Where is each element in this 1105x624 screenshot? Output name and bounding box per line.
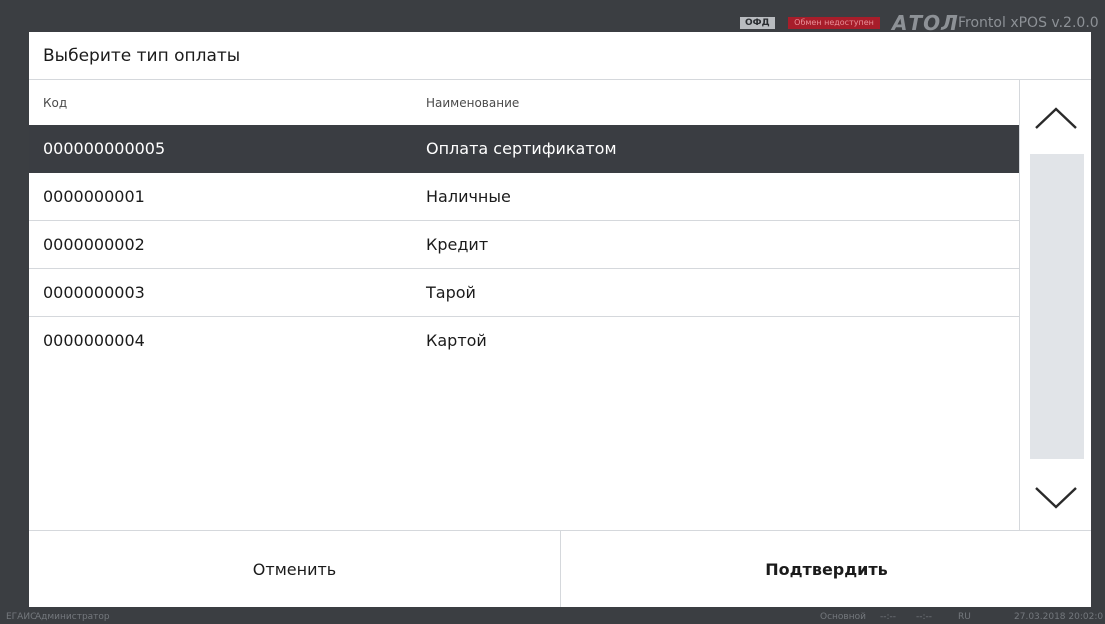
row-name: Наличные (426, 187, 511, 206)
table-row[interactable]: 0000000003 Тарой (29, 269, 1019, 317)
top-status-bar: ОФД Обмен недоступен АТОЛ Frontol xPOS v… (0, 0, 1105, 35)
dialog-header: Выберите тип оплаты (29, 32, 1091, 80)
scroll-up-button[interactable] (1020, 90, 1091, 150)
cancel-button[interactable]: Отменить (29, 531, 561, 607)
table-body: 000000000005 Оплата сертификатом 000000000… (29, 125, 1019, 365)
payment-type-dialog: Выберите тип оплаты Код Наименование 000… (29, 32, 1091, 607)
column-header-code: Код (43, 96, 68, 110)
language-indicator: RU (958, 612, 971, 622)
exchange-status-badge: Обмен недоступен (788, 17, 880, 29)
status-field-1: --:-- (880, 612, 897, 622)
egais-status: ЕГАИС (6, 612, 37, 622)
row-code: 0000000001 (43, 187, 145, 206)
table-row[interactable]: 000000000005 Оплата сертификатом (29, 125, 1019, 173)
scroll-down-button[interactable] (1020, 470, 1091, 530)
row-name: Тарой (426, 283, 476, 302)
current-user: Администратор (35, 612, 110, 622)
status-field-2: --:-- (916, 612, 933, 622)
row-name: Оплата сертификатом (426, 139, 617, 158)
row-code: 0000000004 (43, 331, 145, 350)
mode-indicator: Основной (820, 612, 866, 622)
row-name: Картой (426, 331, 487, 350)
column-header-name: Наименование (426, 96, 520, 110)
bottom-status-bar: ЕГАИС Администратор Основной --:-- --:--… (0, 610, 1105, 624)
chevron-down-icon (1034, 486, 1078, 514)
dialog-title: Выберите тип оплаты (43, 46, 241, 66)
scroll-panel (1019, 80, 1091, 530)
row-name: Кредит (426, 235, 489, 254)
table-header: Код Наименование (29, 80, 1019, 125)
dialog-footer: Отменить Подтвердить (29, 530, 1091, 607)
payment-types-table: Код Наименование 000000000005 Оплата серт… (29, 80, 1019, 530)
chevron-up-icon (1034, 106, 1078, 134)
brand-logo: АТОЛ (892, 11, 959, 35)
scrollbar-track[interactable] (1030, 154, 1084, 459)
table-row[interactable]: 0000000002 Кредит (29, 221, 1019, 269)
row-code: 000000000005 (43, 139, 166, 158)
table-row[interactable]: 0000000001 Наличные (29, 173, 1019, 221)
app-version: Frontol xPOS v.2.0.0 (958, 15, 1099, 31)
row-code: 0000000002 (43, 235, 145, 254)
row-code: 0000000003 (43, 283, 145, 302)
ofd-status-badge: ОФД (740, 17, 775, 29)
table-row[interactable]: 0000000004 Картой (29, 317, 1019, 365)
datetime-display: 27.03.2018 20:02:0 (1014, 612, 1104, 622)
confirm-button[interactable]: Подтвердить (562, 531, 1091, 607)
